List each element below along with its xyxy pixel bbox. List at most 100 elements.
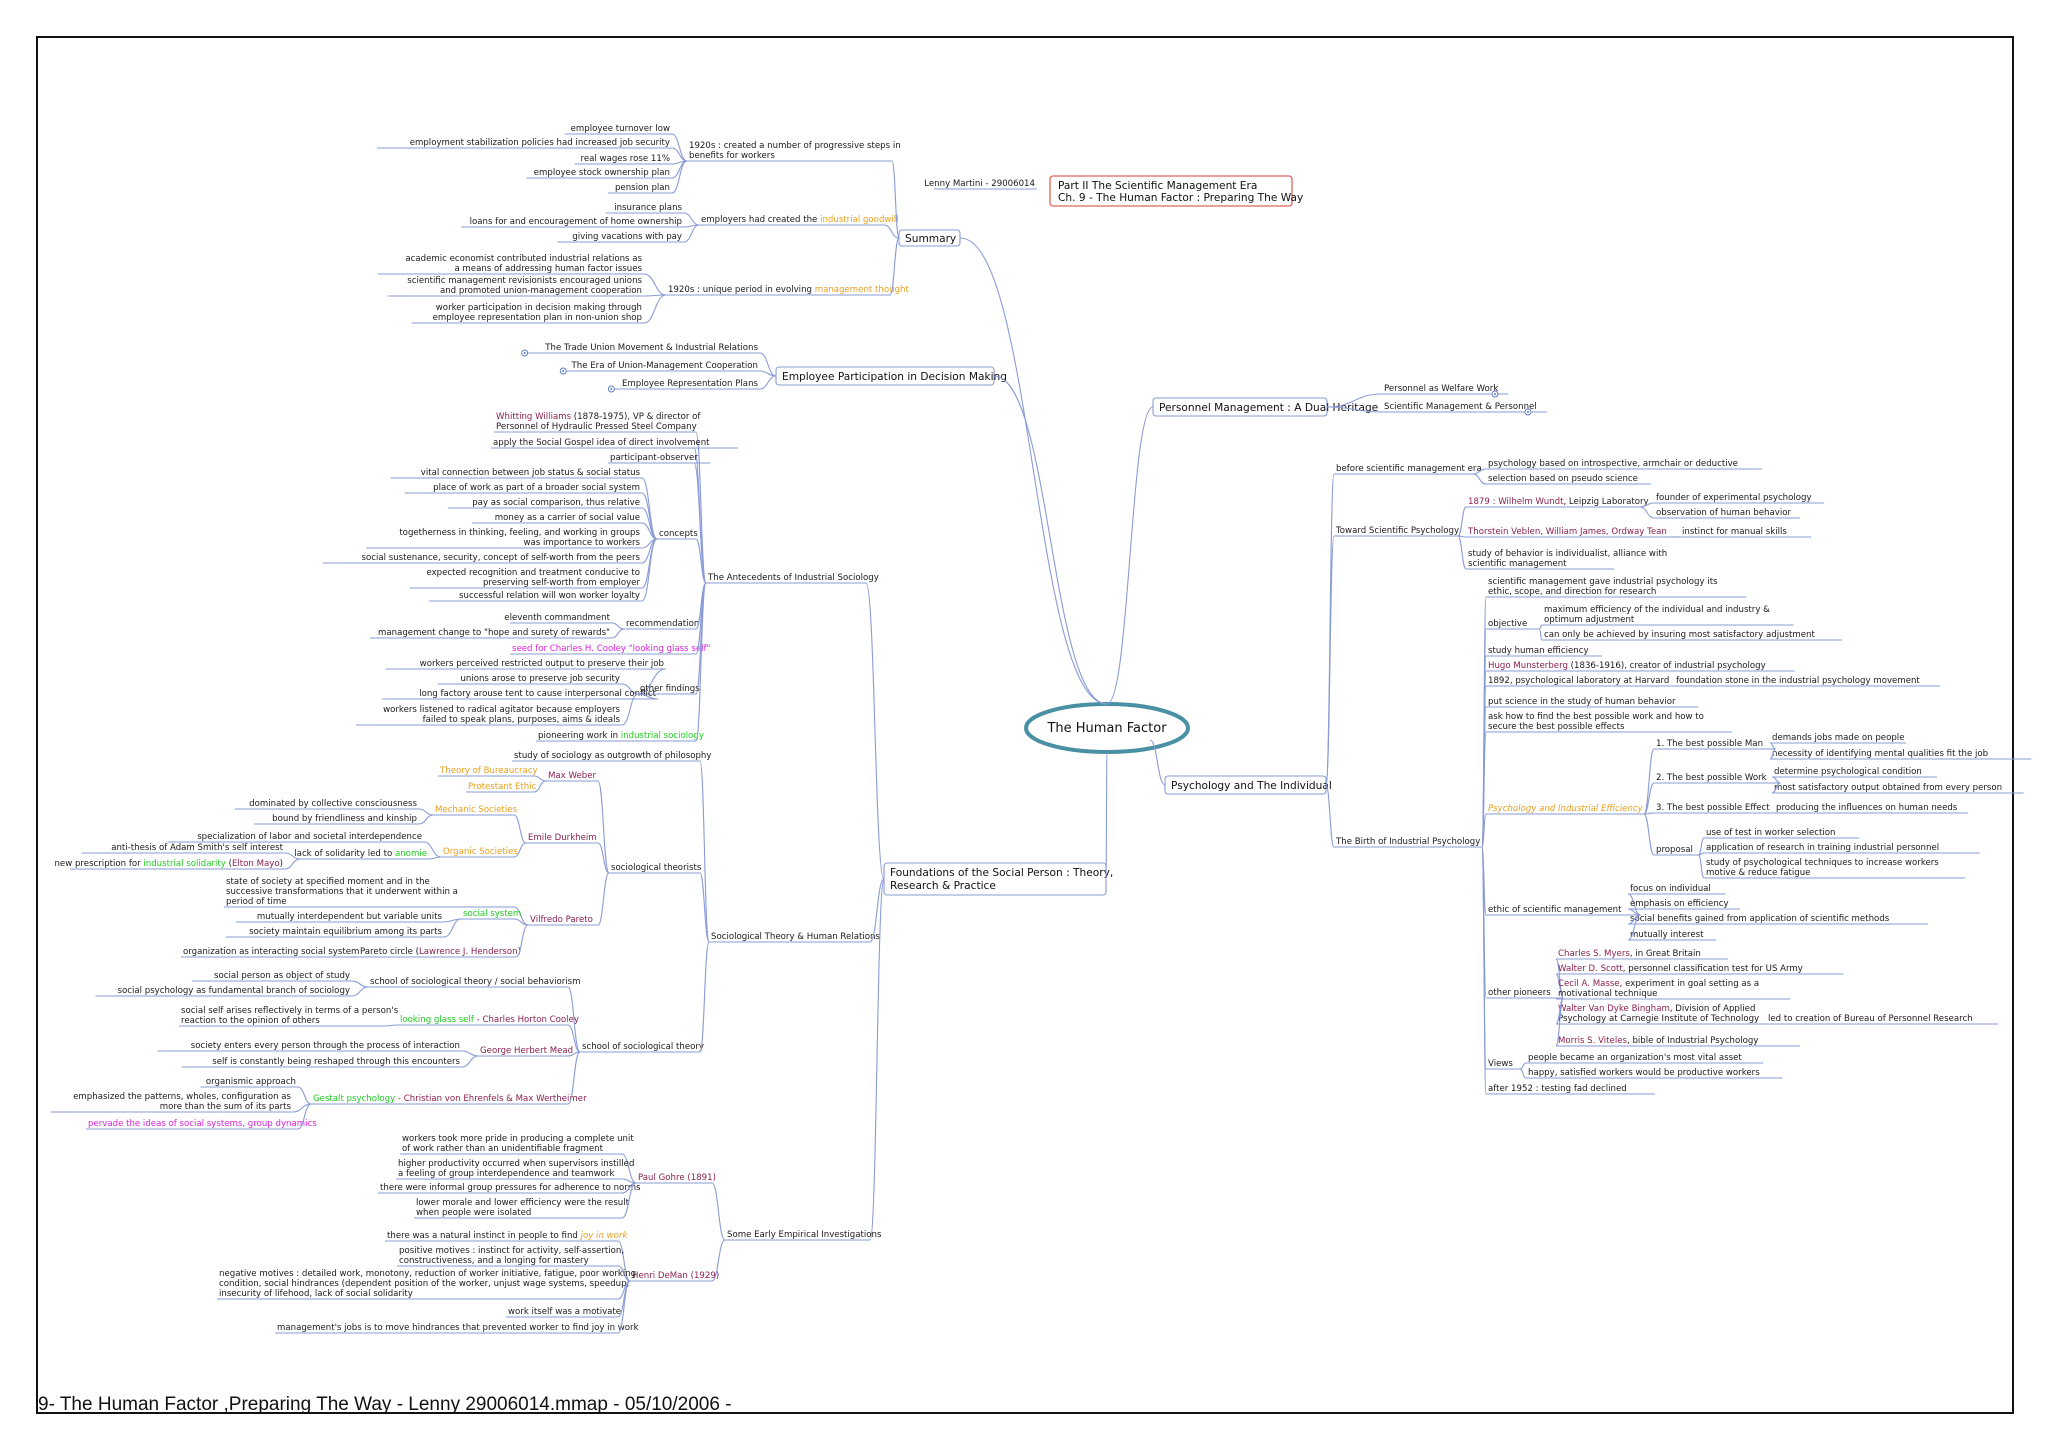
topic-text-span: anomie (395, 849, 427, 859)
topic-text-span: (1836-1916), creator of industrial psych… (1568, 661, 1766, 671)
topic-text-span: pervade the ideas of social systems, gro… (88, 1119, 317, 1129)
school-first-leaf: social person as object of study (214, 971, 350, 981)
mead-leaf: self is constantly being reshaped throug… (212, 1057, 460, 1067)
foundations-branch (865, 582, 885, 880)
topic-text-span: study of psychological techniques to inc… (1706, 858, 1939, 868)
ethic-label: ethic of scientific management (1488, 905, 1622, 915)
instinct-leaf: instinct for manual skills (1682, 527, 1787, 537)
topic-text-span: social person as object of study (214, 971, 350, 981)
summary-leaf: loans for and encouragement of home owne… (470, 217, 682, 227)
other-finding-leaf: workers listened to radical agitator bec… (383, 705, 620, 715)
bureau-leaf: led to creation of Bureau of Personnel R… (1768, 1014, 1973, 1024)
pioneer-text: Walter Van Dyke Bingham, Division of App… (1558, 1004, 1755, 1014)
topic-text-span: loans for and encouragement of home owne… (470, 217, 682, 227)
topic-text-span: scientific management (1468, 559, 1567, 569)
topic-text-span: Views (1488, 1059, 1513, 1069)
gohre-leaf: lower morale and lower efficiency were t… (416, 1198, 630, 1208)
topic-text-span: workers listened to radical agitator bec… (383, 705, 620, 715)
topic-text-span: higher productivity occurred when superv… (398, 1159, 634, 1169)
topic-text-span: psychology based on introspective, armch… (1488, 459, 1738, 469)
pareto-leaf: period of time (226, 897, 287, 907)
hugo-text: Hugo Munsterberg (1836-1916), creator of… (1488, 661, 1766, 671)
expand-marker-dot (610, 388, 613, 390)
participation-leaf: The Trade Union Movement & Industrial Re… (544, 343, 758, 353)
proposal-connector (1697, 854, 1705, 879)
topic-text-span: positive motives : instinct for activity… (399, 1246, 624, 1256)
center-to-summary (959, 237, 1108, 705)
central-topic-label: The Human Factor (1046, 721, 1167, 736)
recommendation-leaf: management change to "hope and surety of… (378, 628, 610, 638)
topic-text-span: study human efficiency (1488, 646, 1589, 656)
veblen-text: Thorstein Veblen, William James, Ordway … (1467, 527, 1667, 537)
recommendation-connector (611, 628, 625, 639)
ethic-leaf: mutually interest (1630, 930, 1704, 940)
ethic-leaf: focus on individual (1630, 884, 1711, 894)
topic-text-span: was importance to workers (524, 538, 641, 548)
summary-leaf: a means of addressing human factor issue… (454, 264, 642, 274)
summary-group-3: 1920s : unique period in evolving manage… (668, 285, 909, 295)
topic-text-span: Vilfredo Pareto (530, 915, 593, 925)
topic-text-span: The Birth of Industrial Psychology (1335, 837, 1480, 847)
summary-group-1: 1920s : created a number of progressive … (689, 141, 901, 151)
topic-text-span: focus on individual (1630, 884, 1711, 894)
topic-text-span: motivational technique (1558, 989, 1657, 999)
pioneers-label: other pioneers (1488, 988, 1551, 998)
topic-text-span: place of work as part of a broader socia… (433, 483, 640, 493)
lab-text: 1892, psychological laboratory at Harvar… (1488, 676, 1669, 686)
concept-leaf: social sustenance, security, concept of … (362, 553, 641, 563)
topic-text-span: 1920s : created a number of progressive … (689, 141, 901, 151)
mead-connector (461, 1050, 479, 1057)
man-label: 1. The best possible Man (1656, 739, 1763, 749)
topic-text-span: Toward Scientific Psychology (1335, 526, 1459, 536)
topic-text-span: pay as social comparison, thus relative (472, 498, 640, 508)
views-leaf: people became an organization's most vit… (1528, 1053, 1742, 1063)
participation-leaf: Employee Representation Plans (622, 379, 759, 389)
gestalt-connector (297, 1086, 312, 1105)
topic-text-span: dominated by collective consciousness (249, 799, 417, 809)
wundt-leaf: founder of experimental psychology (1656, 493, 1812, 503)
summary-leaf: giving vacations with pay (572, 232, 682, 242)
topic-text-span: 1892, psychological laboratory at Harvar… (1488, 676, 1669, 686)
topic-text-span: - Charles Horton Cooley (474, 1015, 579, 1025)
topic-text-span: , Division of Applied (1670, 1004, 1756, 1014)
topic-text-span: lower morale and lower efficiency were t… (416, 1198, 630, 1208)
before-label: before scientific management era (1336, 464, 1482, 474)
deman-leaf: condition, social hindrances (dependent … (219, 1279, 629, 1289)
summary-leaf: employee stock ownership plan (534, 168, 670, 178)
cooley-leaf: social self arises reflectively in terms… (181, 1006, 399, 1016)
topic-text-span: can only be achieved by insuring most sa… (1544, 630, 1815, 640)
views-connector (1519, 1068, 1527, 1079)
topic-text-span: Scientific Management & Personnel (1384, 402, 1537, 412)
topic-text-span: founder of experimental psychology (1656, 493, 1812, 503)
topic-text-span: employee representation plan in non-unio… (433, 313, 642, 323)
concept-connector (641, 538, 658, 589)
birth-leaf: put science in the study of human behavi… (1488, 697, 1676, 707)
topic-text-span: looking glass self (400, 1015, 475, 1025)
topic-text-span: emphasis on efficiency (1630, 899, 1729, 909)
social-system-leaf: society maintain equilibrium among its p… (249, 927, 442, 937)
pareto-circle-pre: organization as interacting social syste… (183, 947, 359, 957)
objective-label: objective (1488, 619, 1527, 629)
topic-text-span: put science in the study of human behavi… (1488, 697, 1676, 707)
gestalt-leaf: more than the sum of its parts (160, 1102, 292, 1112)
work-leaf: most satisfactory output obtained from e… (1774, 783, 2002, 793)
concept-leaf: place of work as part of a broader socia… (433, 483, 640, 493)
topic-text-span: 2. The best possible Work (1656, 773, 1767, 783)
topic-text-span: The Era of Union-Management Cooperation (571, 361, 758, 371)
topic-text-span: study of sociology as outgrowth of philo… (514, 751, 711, 761)
summary-leaf-connector (643, 294, 667, 324)
summary-leaf: employment stabilization policies had in… (410, 138, 670, 148)
toward-study: scientific management (1468, 559, 1567, 569)
deman-leaf: insecurity of lifehood, lack of social s… (219, 1289, 413, 1299)
topic-text-span: Gestalt psychology (313, 1094, 395, 1104)
work-leaf: determine psychological condition (1774, 767, 1922, 777)
gestalt-leaf: emphasized the patterns, wholes, configu… (73, 1092, 291, 1102)
expand-marker-dot (523, 352, 526, 354)
psych-connector (1325, 535, 1335, 786)
social-system-leaf: mutually interdependent but variable uni… (257, 912, 443, 922)
weber-label: Max Weber (548, 771, 597, 781)
topic-text-span: industrial sociology (621, 731, 704, 741)
topic-text-span: Psychology at Carnegie Institute of Tech… (1558, 1014, 1759, 1024)
summary-leaf: insurance plans (614, 203, 682, 213)
proposal-label: proposal (1656, 845, 1693, 855)
